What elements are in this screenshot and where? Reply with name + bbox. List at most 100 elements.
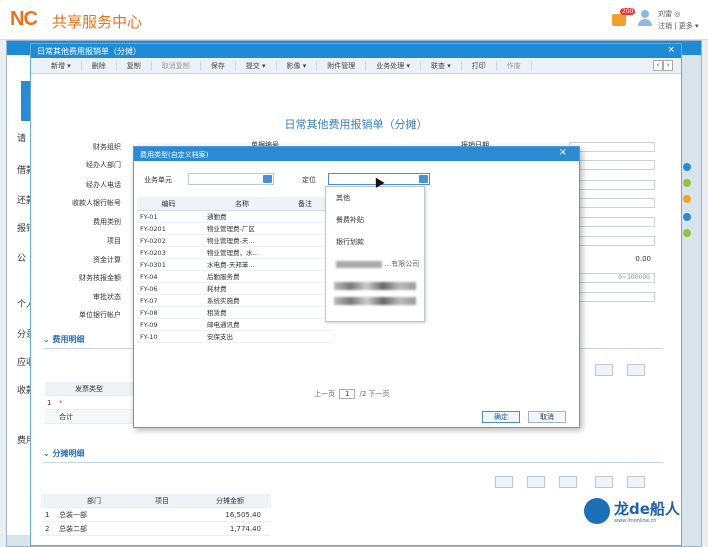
list-icon[interactable]: [263, 175, 272, 183]
table-row[interactable]: FY-0301 水电费-天邦苯…: [137, 259, 333, 271]
close-icon[interactable]: ×: [667, 45, 675, 55]
redacted-item[interactable]: [334, 297, 416, 305]
attachment-button[interactable]: 附件管理: [317, 60, 367, 71]
ok-button[interactable]: 确定: [482, 411, 520, 423]
submit-button[interactable]: 提交 ▾: [236, 60, 277, 71]
linked-query-button[interactable]: 联查 ▾: [421, 60, 462, 71]
right-field[interactable]: [569, 236, 655, 246]
table-row[interactable]: 1 总装一部 16,505.40: [41, 508, 271, 522]
dropdown-item[interactable]: 其他: [326, 187, 424, 209]
delete-row-icon[interactable]: [559, 476, 577, 488]
business-button[interactable]: 业务处理 ▾: [366, 60, 421, 71]
dropdown-item[interactable]: 银行划款: [326, 231, 424, 253]
redacted-item[interactable]: [334, 282, 416, 290]
amount-field[interactable]: 0.00: [569, 255, 655, 265]
cancel-button[interactable]: 取消: [528, 411, 566, 423]
delete-button[interactable]: 删除: [82, 60, 117, 71]
table-row[interactable]: FY-0203 物业管理费，水…: [137, 247, 333, 259]
code-cell: FY-09: [140, 321, 158, 329]
status-dot: [683, 229, 691, 237]
table-row[interactable]: FY-09 邮电通讯费: [137, 319, 333, 331]
name-cell: 后勤服务费: [207, 273, 240, 281]
image-button[interactable]: 影像 ▾: [277, 60, 318, 71]
table-row[interactable]: FY-06 耗材费: [137, 283, 333, 295]
biz-unit-input[interactable]: [188, 173, 274, 185]
expense-detail-section[interactable]: ⌄ 费用明细: [43, 334, 85, 345]
dialog-title: 费用类型(自定义档案): [140, 151, 209, 159]
bill-toolbar: 新增 ▾ 删除 复制 取消复制 保存 提交 ▾ 影像 ▾ 附件管理 业务处理 ▾…: [31, 58, 681, 74]
right-field[interactable]: [569, 292, 655, 302]
right-field[interactable]: [569, 180, 655, 190]
paste-row-icon[interactable]: [627, 364, 645, 376]
page-number-input[interactable]: 1: [339, 389, 356, 399]
chevron-right-icon[interactable]: ›: [663, 60, 673, 71]
finance-org-label: 财务组织: [93, 143, 121, 151]
user-links[interactable]: 注销 | 更多 ▾: [658, 21, 699, 31]
chevron-left-icon[interactable]: ‹: [653, 60, 663, 71]
range-field[interactable]: 0~100000: [569, 273, 655, 283]
save-button[interactable]: 保存: [201, 60, 236, 71]
page-total: /2: [359, 390, 367, 398]
new-button[interactable]: 新增 ▾: [41, 60, 82, 71]
table-row[interactable]: FY-08 租赁费: [137, 307, 333, 319]
copy-row-icon[interactable]: [595, 476, 613, 488]
dropdown-item[interactable]: …有限公司: [326, 253, 424, 275]
watermark-url: www.lmonline.cn: [614, 518, 657, 524]
table-row[interactable]: FY-01 通勤费: [137, 211, 333, 223]
alloc-table: 部门 项目 分摊金额 1 总装一部 16,505.40 2 总装二部 1,774…: [41, 494, 271, 536]
table-row[interactable]: FY-10 安保支出: [137, 331, 333, 343]
table-row[interactable]: 1 *: [45, 396, 135, 410]
next-page-link[interactable]: 下一页: [369, 390, 390, 398]
dropdown-item[interactable]: 餐费补贴: [326, 209, 424, 231]
table-header: 发票类型: [45, 382, 135, 396]
right-field[interactable]: [569, 160, 655, 170]
right-field[interactable]: [569, 217, 655, 227]
grid-header: 编码 名称 备注: [137, 197, 333, 211]
expense-type-label: 费用类别: [93, 218, 121, 226]
user-name[interactable]: 刘雷 ◎: [658, 9, 680, 19]
status-dot: [683, 213, 691, 221]
approval-amount-label: 财务核报金额: [79, 274, 121, 282]
paste-row-icon[interactable]: [627, 476, 645, 488]
toolbar-scroll: ‹ ›: [653, 60, 673, 71]
handler-phone-label: 经办人电话: [86, 181, 121, 189]
table-row[interactable]: FY-0201 物业管理费-厂区: [137, 223, 333, 235]
bill-window-titlebar: 日常其他费用报销单（分摊） ×: [31, 44, 681, 58]
right-field[interactable]: 8: [569, 198, 655, 208]
copy-row-icon[interactable]: [595, 364, 613, 376]
code-header: 编码: [161, 200, 176, 208]
left-nav-item[interactable]: 公: [17, 251, 26, 264]
table-row[interactable]: 2 总装二部 1,774.40: [41, 522, 271, 536]
left-nav-item[interactable]: 请: [17, 131, 26, 144]
table-row[interactable]: FY-07 系统实施费: [137, 295, 333, 307]
close-icon[interactable]: ×: [559, 147, 567, 158]
void-button[interactable]: 作废: [497, 60, 532, 71]
name-cell: 系统实施费: [207, 297, 240, 305]
bill-date-field[interactable]: [569, 142, 655, 152]
cancel-copy-button[interactable]: 取消复制: [152, 60, 201, 71]
avatar[interactable]: [638, 10, 652, 28]
unit-account-label: 单位银行帐户: [79, 311, 121, 319]
project-cell: [129, 522, 195, 535]
print-button[interactable]: 打印: [462, 60, 497, 71]
table-row[interactable]: FY-0202 物业管理费-天…: [137, 235, 333, 247]
code-cell: FY-0201: [140, 225, 166, 233]
add-row-icon[interactable]: [495, 476, 513, 488]
code-cell: FY-07: [140, 297, 158, 305]
copy-button[interactable]: 复制: [117, 60, 152, 71]
locate-label: 定位: [302, 176, 316, 184]
amount-header: 分摊金额: [216, 497, 244, 505]
project-label: 项目: [107, 237, 121, 245]
table-row[interactable]: FY-04 后勤服务费: [137, 271, 333, 283]
message-icon[interactable]: [612, 14, 626, 26]
message-count-badge: 200: [620, 8, 636, 15]
amount-cell: 16,505.40: [225, 511, 261, 519]
alloc-detail-section[interactable]: ⌄ 分摊明细: [43, 448, 85, 459]
dept-cell: 总装二部: [59, 525, 87, 533]
prev-page-link[interactable]: 上一页: [314, 390, 335, 398]
app-title: 共享服务中心: [52, 13, 143, 31]
search-icon[interactable]: [419, 175, 428, 183]
insert-row-icon[interactable]: [527, 476, 545, 488]
name-header: 名称: [235, 200, 249, 208]
project-cell: [129, 508, 195, 521]
